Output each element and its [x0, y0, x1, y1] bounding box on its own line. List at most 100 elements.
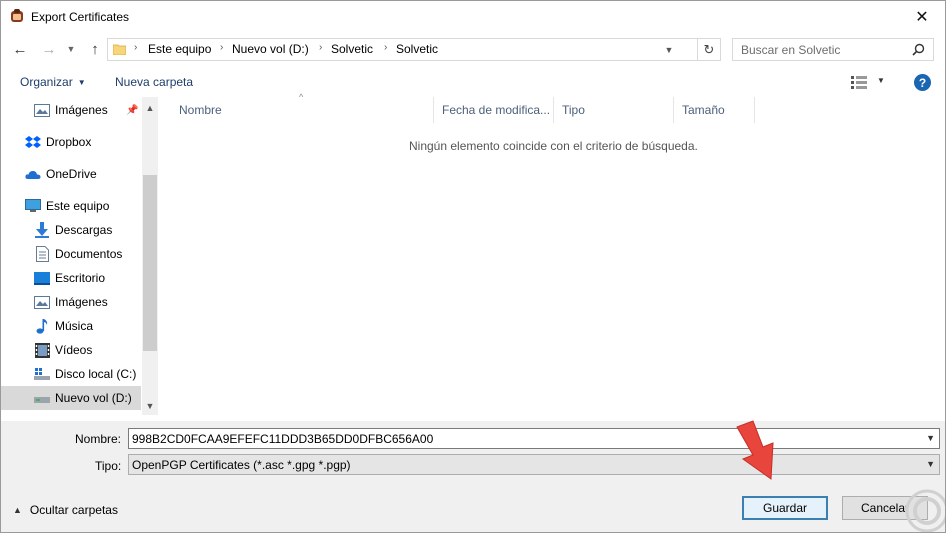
file-type-value: OpenPGP Certificates (*.asc *.gpg *.pgp)	[132, 458, 351, 472]
breadcrumb-separator: ›	[220, 42, 224, 53]
organize-menu-button[interactable]: Organizar ▼	[20, 75, 86, 89]
hide-folders-label: Ocultar carpetas	[29, 503, 118, 517]
videos-icon	[34, 342, 50, 358]
breadcrumb-separator: ›	[384, 42, 388, 53]
caret-down-icon: ▼	[77, 78, 86, 87]
file-name-input[interactable]	[129, 429, 919, 448]
column-header-name[interactable]: Nombre	[171, 97, 434, 123]
recent-locations-button[interactable]: ▼	[64, 39, 78, 59]
watermark-logo-icon	[905, 489, 945, 532]
arrow-left-icon: ←	[12, 40, 28, 58]
export-certificates-dialog: Export Certificates ✕ ← → ▼ ↑ › Este equ…	[0, 0, 946, 533]
navigation-pane: Imágenes Dropbox OneDrive Este equipo De…	[1, 97, 159, 415]
documents-icon	[34, 246, 50, 262]
computer-icon	[25, 198, 41, 214]
view-options-icon[interactable]	[851, 76, 867, 89]
column-header-type[interactable]: Tipo	[554, 97, 674, 123]
column-headers: Nombre Fecha de modifica... Tipo Tamaño	[171, 97, 755, 123]
hide-folders-toggle[interactable]: ▲ Ocultar carpetas	[13, 503, 118, 517]
app-icon	[11, 9, 23, 22]
sidebar-item-label: Imágenes	[55, 103, 108, 117]
file-name-label: Nombre:	[75, 432, 122, 446]
sidebar-item-label: Imágenes	[55, 295, 108, 309]
command-bar: Organizar ▼ Nueva carpeta	[1, 67, 945, 97]
navigation-pane-scrollbar[interactable]: ▲ ▼	[142, 97, 158, 415]
close-icon: ✕	[915, 8, 929, 26]
sidebar-item-descargas[interactable]: Descargas	[1, 218, 141, 242]
back-button[interactable]: ←	[10, 39, 30, 59]
empty-folder-message: Ningún elemento coincide con el criterio…	[409, 139, 698, 153]
sidebar-item-label: Vídeos	[55, 343, 93, 357]
downloads-icon	[34, 222, 50, 238]
scroll-down-icon[interactable]: ▼	[142, 399, 158, 413]
search-icon[interactable]	[912, 43, 925, 56]
column-header-size[interactable]: Tamaño	[674, 97, 755, 123]
close-button[interactable]: ✕	[899, 1, 945, 32]
sidebar-item-label: OneDrive	[46, 167, 97, 181]
refresh-icon: ↻	[703, 41, 715, 57]
scroll-thumb[interactable]	[143, 175, 157, 351]
file-type-select[interactable]: OpenPGP Certificates (*.asc *.gpg *.pgp)…	[128, 454, 940, 475]
sidebar-item-imagenes[interactable]: Imágenes	[1, 290, 141, 314]
file-type-label: Tipo:	[95, 459, 122, 473]
arrow-up-icon: ↑	[91, 40, 99, 58]
sidebar-item-label: Documentos	[55, 247, 123, 261]
refresh-button[interactable]: ↻	[698, 38, 721, 61]
arrow-right-icon: →	[41, 40, 57, 58]
sidebar-item-label: Disco local (C:)	[55, 367, 137, 381]
help-icon: ?	[918, 75, 927, 90]
sidebar-item-label: Escritorio	[55, 271, 106, 285]
sidebar-item-este-equipo[interactable]: Este equipo	[1, 194, 141, 218]
column-header-date-modified[interactable]: Fecha de modifica...	[434, 97, 554, 123]
dropbox-icon	[25, 134, 41, 150]
file-name-field[interactable]: ▼	[128, 428, 940, 449]
breadcrumb-item[interactable]: Este equipo	[148, 42, 211, 56]
address-bar[interactable]: › Este equipo › Nuevo vol (D:) › Solveti…	[107, 38, 698, 61]
sidebar-item-label: Dropbox	[46, 135, 92, 149]
sidebar-item-disco-local-c[interactable]: Disco local (C:)	[1, 362, 141, 386]
sidebar-item-musica[interactable]: Música	[1, 314, 141, 338]
organize-label: Organizar	[20, 75, 73, 89]
breadcrumb-item[interactable]: Solvetic	[396, 42, 438, 56]
drive-icon	[34, 390, 50, 406]
annotation-arrow-icon	[736, 420, 774, 480]
chevron-down-icon[interactable]: ▼	[926, 433, 935, 443]
breadcrumb-item[interactable]: Nuevo vol (D:)	[232, 42, 309, 56]
forward-button[interactable]: →	[39, 39, 59, 59]
drive-icon	[34, 366, 50, 382]
breadcrumb-separator: ›	[134, 42, 138, 53]
help-button[interactable]: ?	[914, 74, 931, 91]
sidebar-item-label: Música	[55, 319, 94, 333]
sidebar-item-escritorio[interactable]: Escritorio	[1, 266, 141, 290]
desktop-icon	[34, 270, 50, 286]
sidebar-item-imagenes-quick[interactable]: Imágenes	[1, 98, 141, 122]
scroll-up-icon[interactable]: ▲	[142, 101, 158, 115]
sidebar-item-videos[interactable]: Vídeos	[1, 338, 141, 362]
sidebar-item-label: Descargas	[55, 223, 113, 237]
caret-up-icon: ▲	[13, 505, 22, 515]
music-icon	[34, 318, 50, 334]
sidebar-item-label: Nuevo vol (D:)	[55, 391, 132, 405]
new-folder-button[interactable]: Nueva carpeta	[115, 75, 193, 89]
search-input[interactable]: Buscar en Solvetic	[732, 38, 934, 61]
sidebar-item-onedrive[interactable]: OneDrive	[1, 162, 141, 186]
sidebar-item-dropbox[interactable]: Dropbox	[1, 130, 141, 154]
folder-icon	[113, 44, 126, 55]
onedrive-icon	[25, 166, 41, 182]
pictures-icon	[34, 102, 50, 118]
breadcrumb-separator: ›	[319, 42, 323, 53]
chevron-down-icon: ▼	[926, 459, 935, 469]
sidebar-item-label: Este equipo	[46, 199, 110, 213]
breadcrumb-item[interactable]: Solvetic	[331, 42, 373, 56]
view-dropdown-icon[interactable]: ▼	[877, 76, 885, 85]
window-title: Export Certificates	[31, 10, 130, 24]
save-button[interactable]: Guardar	[742, 496, 828, 520]
up-button[interactable]: ↑	[85, 39, 105, 59]
chevron-down-icon: ▼	[66, 44, 76, 54]
pin-icon[interactable]: 📌	[126, 105, 138, 116]
sidebar-item-documentos[interactable]: Documentos	[1, 242, 141, 266]
address-dropdown-icon[interactable]: ▼	[663, 44, 675, 56]
search-placeholder: Buscar en Solvetic	[741, 43, 841, 57]
sidebar-item-nuevo-vol-d[interactable]: Nuevo vol (D:)	[1, 386, 141, 410]
pictures-icon	[34, 294, 50, 310]
